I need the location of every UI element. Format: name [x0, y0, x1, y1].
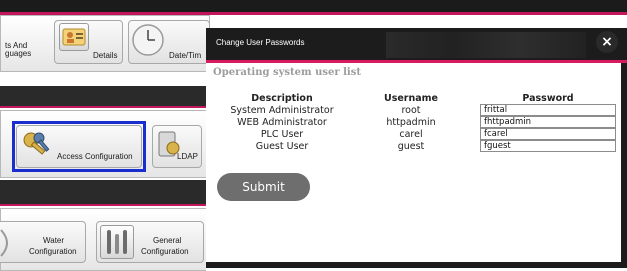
user-description: Guest User [255, 140, 309, 152]
details-tile[interactable]: Details [54, 20, 123, 64]
table-row: System Administrator root frittal [222, 104, 616, 116]
column-header-password: Password [522, 92, 574, 104]
general-configuration-label-1: General [153, 236, 182, 245]
details-tile-label: Details [93, 51, 118, 60]
user-description: PLC User [260, 128, 304, 140]
contact-card-icon [59, 23, 89, 51]
submit-button[interactable]: Submit [217, 173, 310, 201]
dialog-header: Change User Passwords [206, 28, 627, 60]
water-configuration-label-2: Configuration [29, 247, 77, 256]
water-configuration-label-1: Water [43, 236, 65, 245]
ldap-tile[interactable]: LDAP [152, 125, 202, 168]
user-username: guest [397, 140, 425, 152]
clock-icon [131, 23, 165, 57]
tools-icon [100, 225, 134, 259]
dialog-title: Change User Passwords [216, 38, 305, 47]
user-username: root [401, 104, 421, 116]
dialog-header-background-toolbar [386, 32, 586, 58]
keys-icon [19, 128, 57, 164]
top-bar [0, 0, 627, 12]
partial-tile-label-2: guages [5, 49, 32, 58]
user-username: httpadmin [386, 116, 436, 128]
access-configuration-label: Access Configuration [57, 152, 133, 161]
user-description: System Administrator [230, 104, 334, 116]
column-header-username: Username [383, 92, 438, 104]
water-configuration-tile[interactable]: Water Configuration [0, 221, 86, 263]
password-field[interactable]: frittal [480, 104, 616, 116]
column-header-description: Description [251, 92, 313, 104]
access-configuration-tile[interactable]: Access Configuration [16, 125, 142, 168]
table-row: PLC User carel fcarel [222, 128, 616, 140]
ldap-tile-label: LDAP [177, 152, 198, 161]
water-icon [0, 228, 13, 258]
table-row: WEB Administrator httpadmin fhttpadmin [222, 116, 616, 128]
user-table: Description Username Password System Adm… [222, 92, 616, 152]
user-description: WEB Administrator [237, 116, 327, 128]
date-time-tile[interactable]: Date/Tim [128, 20, 210, 64]
user-username: carel [399, 128, 423, 140]
general-configuration-label-2: Configuration [141, 247, 189, 256]
password-field[interactable]: fcarel [480, 128, 616, 140]
table-row: Guest User guest fguest [222, 140, 616, 152]
user-table-header: Description Username Password [222, 92, 616, 104]
close-button[interactable]: × [596, 31, 618, 53]
general-configuration-tile[interactable]: General Configuration [96, 221, 204, 263]
password-field[interactable]: fhttpadmin [480, 116, 616, 128]
dialog-subtitle: Operating system user list [213, 67, 361, 78]
password-field[interactable]: fguest [480, 140, 616, 152]
date-time-tile-label: Date/Tim [169, 51, 202, 60]
